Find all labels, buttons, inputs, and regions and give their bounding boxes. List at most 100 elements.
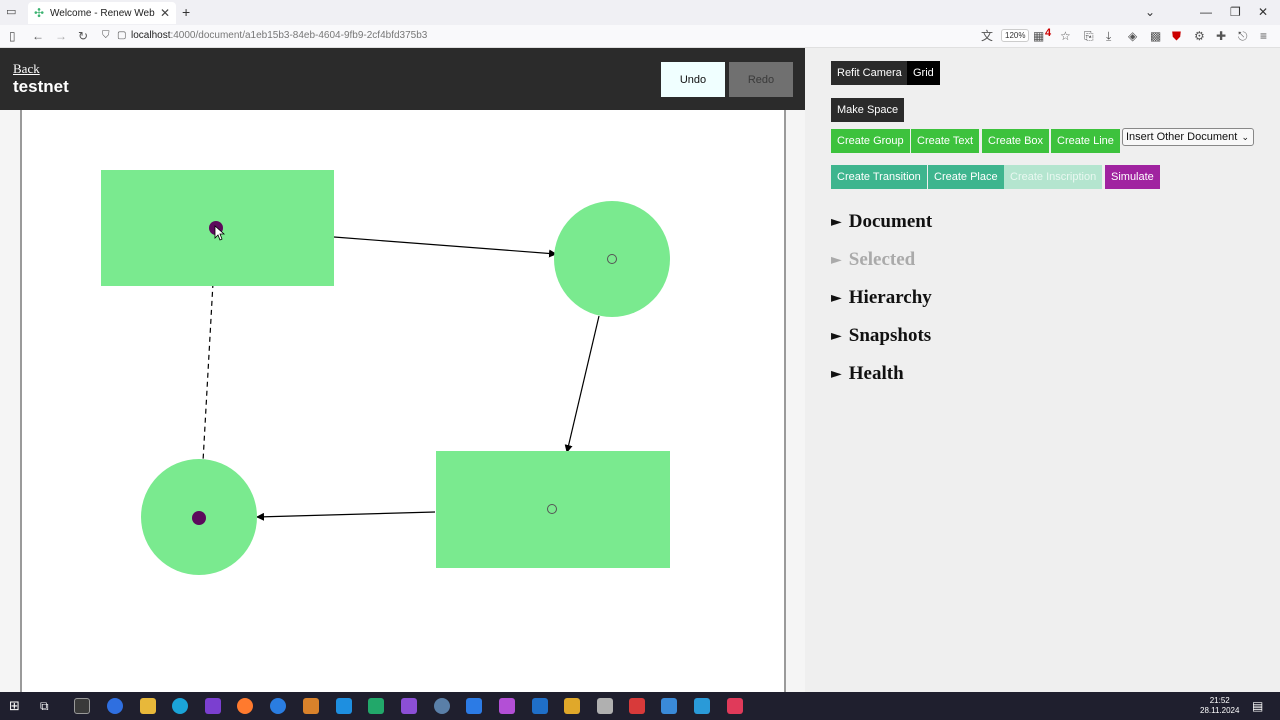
- task-view-icon[interactable]: ⧉: [40, 698, 56, 714]
- sublime-icon[interactable]: [303, 698, 319, 714]
- translate-icon[interactable]: 文: [981, 29, 993, 43]
- clock-time: 21:52: [1209, 696, 1230, 705]
- transition-center-handle[interactable]: [547, 504, 557, 514]
- petri-net-canvas[interactable]: [20, 110, 786, 692]
- ublock-icon[interactable]: ⛊: [1172, 29, 1181, 43]
- browser-tab[interactable]: ✣ Welcome - Renew Web ✕: [28, 2, 176, 24]
- place-center-handle[interactable]: [607, 254, 617, 264]
- app-icon[interactable]: [205, 698, 221, 714]
- system-clock[interactable]: 21:52 28.11.2024: [1200, 696, 1239, 716]
- redo-button[interactable]: Redo: [729, 62, 793, 97]
- shield-icon[interactable]: ⛉: [102, 29, 110, 43]
- download-icon[interactable]: ⤓: [1106, 29, 1111, 43]
- extension-badge: 4: [1045, 27, 1052, 39]
- affinity-icon[interactable]: [499, 698, 515, 714]
- zoom-level[interactable]: 120%: [1001, 29, 1030, 42]
- token-dot[interactable]: [192, 511, 206, 525]
- section-hierarchy[interactable]: ► Hierarchy: [831, 287, 932, 309]
- section-document-label: Document: [848, 211, 933, 232]
- screenshot-icon[interactable]: ⎘: [1084, 29, 1094, 43]
- database-icon[interactable]: [597, 698, 613, 714]
- puzzle-icon[interactable]: ✚: [1216, 29, 1226, 43]
- gear-app-icon[interactable]: [434, 698, 450, 714]
- url-bar[interactable]: localhost:4000/document/a1eb15b3-84eb-46…: [131, 30, 427, 41]
- section-document[interactable]: ► Document: [831, 211, 932, 233]
- azure-icon[interactable]: [466, 698, 482, 714]
- windows-taskbar: ⊞ ⧉ 21:52 28.11.2024 ▤: [0, 692, 1280, 720]
- vscode-insiders-icon[interactable]: [368, 698, 384, 714]
- back-arrow-icon[interactable]: ←: [32, 29, 44, 43]
- create-inscription-button[interactable]: Create Inscription: [1004, 165, 1103, 189]
- vscode-icon[interactable]: [336, 698, 352, 714]
- renew-favicon-icon: ✣: [34, 6, 45, 20]
- minimize-icon[interactable]: —: [1200, 5, 1212, 19]
- browser-tabbar: ▭ ✣ Welcome - Renew Web ✕ + ⌄ — ❐ ✕: [0, 0, 1280, 25]
- new-tab-icon[interactable]: +: [182, 4, 190, 20]
- window-close-icon[interactable]: ✕: [1258, 5, 1268, 19]
- visual-studio-icon[interactable]: [401, 698, 417, 714]
- app-window-icon[interactable]: [694, 698, 710, 714]
- create-group-button[interactable]: Create Group: [831, 129, 910, 153]
- sidebar-icon[interactable]: ▯: [9, 29, 16, 43]
- thunderbird-icon[interactable]: [270, 698, 286, 714]
- url-host: localhost: [131, 30, 171, 41]
- petri-net-drawing[interactable]: [22, 110, 784, 692]
- make-space-button[interactable]: Make Space: [831, 98, 905, 122]
- extension-icon[interactable]: ◈: [1128, 29, 1137, 43]
- triangle-right-icon: ►: [831, 214, 842, 230]
- terminal-icon[interactable]: [74, 698, 90, 714]
- create-transition-button[interactable]: Create Transition: [831, 165, 927, 189]
- firefox-icon[interactable]: [237, 698, 253, 714]
- create-text-button[interactable]: Create Text: [911, 129, 980, 153]
- tab-title: Welcome - Renew Web: [50, 7, 155, 19]
- section-health-label: Health: [848, 363, 904, 384]
- triangle-right-icon: ►: [831, 366, 842, 382]
- browser-icon[interactable]: [107, 698, 123, 714]
- chevron-down-icon[interactable]: ⌄: [1145, 5, 1155, 19]
- edge-icon[interactable]: [172, 698, 188, 714]
- clock-date: 28.11.2024: [1200, 706, 1240, 715]
- share-icon[interactable]: ⎋: [1238, 29, 1248, 43]
- back-link[interactable]: Back: [13, 61, 40, 77]
- refit-camera-button[interactable]: Refit Camera: [831, 61, 908, 85]
- tool-panel: Refit Camera Grid Make Space Create Grou…: [805, 48, 1280, 692]
- extension-grid-icon[interactable]: ▦: [1033, 29, 1044, 43]
- insert-document-select[interactable]: Insert Other Document ⌄: [1122, 128, 1254, 146]
- apps-icon[interactable]: ▩: [1150, 29, 1161, 43]
- notification-icon[interactable]: ▤: [1252, 698, 1268, 714]
- undo-button[interactable]: Undo: [661, 62, 725, 97]
- simulate-button[interactable]: Simulate: [1105, 165, 1160, 189]
- windows-start-icon[interactable]: ⊞: [9, 698, 25, 714]
- url-path: :4000/document/a1eb15b3-84eb-4604-9fb9-2…: [170, 30, 428, 41]
- app-red-icon[interactable]: [629, 698, 645, 714]
- settings-gear-icon[interactable]: ⚙: [1194, 29, 1205, 43]
- menu-icon[interactable]: ≡: [1260, 29, 1267, 43]
- bookmark-star-icon[interactable]: ☆: [1060, 29, 1071, 43]
- section-health[interactable]: ► Health: [831, 363, 904, 385]
- browser-navbar: ▯ ← → ↻ ⛉ ▢ localhost:4000/document/a1eb…: [0, 25, 1280, 48]
- create-line-button[interactable]: Create Line: [1051, 129, 1120, 153]
- folder-icon[interactable]: [140, 698, 156, 714]
- app-blue-icon[interactable]: [661, 698, 677, 714]
- chevron-down-icon: ⌄: [1241, 131, 1249, 142]
- grid-button[interactable]: Grid: [907, 61, 940, 85]
- create-place-button[interactable]: Create Place: [928, 165, 1004, 189]
- arc-transition1-to-place1[interactable]: [333, 236, 557, 258]
- section-selected-label: Selected: [848, 249, 916, 270]
- insert-document-value: Insert Other Document: [1126, 131, 1238, 143]
- arc-place1-to-transition2[interactable]: [564, 315, 600, 453]
- section-snapshots[interactable]: ► Snapshots: [831, 325, 931, 347]
- section-hierarchy-label: Hierarchy: [848, 287, 932, 308]
- tab-list-icon[interactable]: ▭: [6, 5, 16, 18]
- forward-arrow-icon[interactable]: →: [55, 29, 67, 43]
- page-info-icon[interactable]: ▢: [117, 29, 126, 43]
- intellij-icon[interactable]: [727, 698, 743, 714]
- app-yellow-icon[interactable]: [564, 698, 580, 714]
- section-selected[interactable]: ► Selected: [831, 249, 915, 271]
- create-box-button[interactable]: Create Box: [982, 129, 1050, 153]
- close-tab-icon[interactable]: ✕: [160, 6, 170, 20]
- arc-transition2-to-place2[interactable]: [256, 511, 436, 521]
- restore-icon[interactable]: ❐: [1230, 5, 1241, 19]
- reload-icon[interactable]: ↻: [78, 29, 88, 43]
- mail-icon[interactable]: [532, 698, 548, 714]
